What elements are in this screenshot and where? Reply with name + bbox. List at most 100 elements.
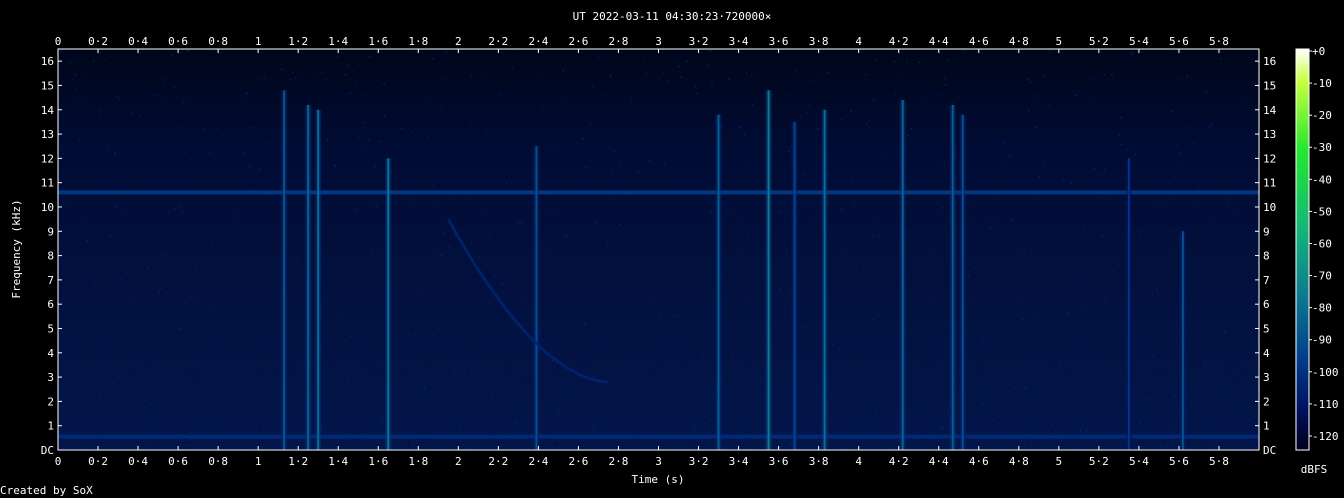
noise-speckle bbox=[394, 243, 396, 245]
noise-speckle bbox=[703, 378, 705, 381]
noise-speckle bbox=[565, 236, 568, 239]
noise-speckle bbox=[1017, 301, 1019, 303]
y-tick-label-left: 15 bbox=[41, 79, 54, 92]
noise-speckle bbox=[555, 323, 558, 325]
noise-speckle bbox=[1193, 325, 1196, 327]
noise-speckle bbox=[471, 215, 473, 217]
noise-speckle bbox=[800, 212, 803, 214]
noise-speckle bbox=[1021, 118, 1024, 121]
noise-speckle bbox=[211, 242, 213, 244]
noise-speckle bbox=[1080, 304, 1083, 307]
noise-speckle bbox=[572, 446, 574, 448]
noise-speckle bbox=[842, 240, 845, 243]
noise-speckle bbox=[383, 415, 385, 418]
noise-speckle bbox=[332, 358, 335, 361]
noise-speckle bbox=[526, 381, 528, 383]
noise-speckle bbox=[442, 295, 445, 297]
noise-speckle bbox=[761, 298, 764, 300]
noise-speckle bbox=[911, 162, 914, 165]
noise-speckle bbox=[511, 68, 513, 70]
noise-speckle bbox=[821, 72, 824, 75]
x-tick-label-bottom: 3 bbox=[655, 455, 662, 468]
noise-speckle bbox=[1027, 443, 1029, 446]
noise-speckle bbox=[680, 76, 682, 78]
noise-speckle bbox=[664, 151, 666, 153]
noise-speckle bbox=[943, 165, 945, 167]
noise-speckle bbox=[774, 159, 777, 161]
noise-speckle bbox=[1244, 97, 1247, 100]
noise-speckle bbox=[664, 296, 667, 298]
noise-speckle bbox=[556, 267, 559, 270]
noise-speckle bbox=[702, 299, 705, 302]
noise-speckle bbox=[930, 250, 933, 252]
noise-speckle bbox=[851, 335, 854, 337]
noise-speckle bbox=[1158, 319, 1160, 321]
noise-speckle bbox=[728, 303, 731, 305]
noise-speckle bbox=[879, 331, 881, 333]
noise-speckle bbox=[657, 219, 660, 221]
noise-speckle bbox=[727, 401, 729, 404]
noise-speckle bbox=[982, 290, 985, 292]
noise-speckle bbox=[892, 332, 894, 335]
noise-speckle bbox=[729, 330, 731, 333]
noise-speckle bbox=[543, 443, 545, 446]
noise-speckle bbox=[471, 241, 473, 244]
noise-speckle bbox=[651, 373, 654, 376]
noise-speckle bbox=[611, 173, 613, 176]
noise-speckle bbox=[982, 88, 984, 90]
noise-speckle bbox=[267, 349, 269, 351]
noise-speckle bbox=[965, 329, 968, 332]
noise-speckle bbox=[1148, 305, 1150, 307]
noise-speckle bbox=[79, 274, 82, 277]
noise-speckle bbox=[561, 172, 564, 175]
noise-speckle bbox=[1057, 417, 1060, 419]
noise-speckle bbox=[278, 294, 280, 297]
noise-speckle bbox=[562, 70, 564, 72]
noise-speckle bbox=[116, 96, 118, 98]
noise-speckle bbox=[1153, 405, 1156, 408]
noise-speckle bbox=[522, 234, 524, 237]
noise-speckle bbox=[473, 425, 475, 427]
noise-speckle bbox=[1223, 227, 1225, 230]
noise-speckle bbox=[512, 445, 514, 448]
y-tick-label-left: 11 bbox=[41, 177, 54, 190]
noise-speckle bbox=[624, 406, 626, 408]
noise-speckle bbox=[352, 411, 354, 414]
noise-speckle bbox=[797, 352, 799, 354]
noise-speckle bbox=[71, 53, 74, 55]
noise-speckle bbox=[397, 333, 399, 335]
noise-speckle bbox=[626, 429, 628, 431]
noise-speckle bbox=[158, 290, 161, 293]
noise-speckle bbox=[265, 142, 267, 144]
noise-speckle bbox=[746, 271, 748, 274]
noise-speckle bbox=[1058, 121, 1060, 124]
noise-speckle bbox=[613, 225, 616, 228]
x-tick-label-top: 1·8 bbox=[408, 35, 428, 48]
noise-speckle bbox=[258, 444, 261, 446]
noise-speckle bbox=[862, 430, 864, 432]
noise-speckle bbox=[502, 401, 504, 404]
noise-speckle bbox=[570, 275, 572, 277]
noise-speckle bbox=[1205, 296, 1207, 299]
transient-line bbox=[1181, 231, 1184, 450]
noise-speckle bbox=[204, 416, 207, 419]
noise-speckle bbox=[1104, 74, 1106, 76]
noise-speckle bbox=[341, 243, 343, 246]
noise-speckle bbox=[555, 443, 558, 445]
noise-speckle bbox=[164, 421, 166, 424]
noise-speckle bbox=[817, 127, 820, 130]
noise-speckle bbox=[906, 231, 908, 233]
noise-speckle bbox=[707, 292, 710, 295]
noise-speckle bbox=[726, 442, 728, 445]
noise-speckle bbox=[263, 77, 265, 79]
noise-speckle bbox=[502, 53, 504, 55]
noise-speckle bbox=[1234, 217, 1236, 219]
y-tick-label-left: 10 bbox=[41, 201, 54, 214]
noise-speckle bbox=[405, 444, 408, 447]
noise-speckle bbox=[849, 411, 852, 413]
noise-speckle bbox=[86, 240, 88, 243]
noise-speckle bbox=[840, 119, 843, 121]
noise-speckle bbox=[365, 94, 368, 97]
noise-speckle bbox=[922, 429, 924, 432]
noise-speckle bbox=[1030, 81, 1032, 84]
